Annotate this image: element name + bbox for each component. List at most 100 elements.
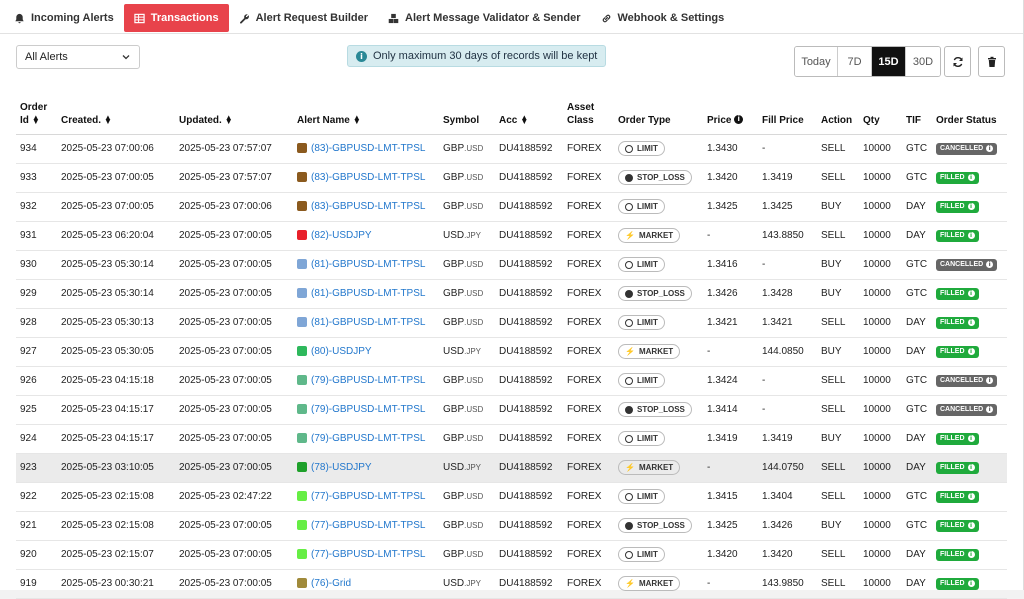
col-alert-name[interactable]: Alert Name ▲ ▼ (293, 96, 439, 135)
alert-name-link[interactable]: (77)-GBPUSD-LMT-TPSL (311, 549, 425, 560)
refresh-button[interactable] (944, 46, 971, 77)
status-badge[interactable]: FILLED i (936, 432, 979, 445)
tif-cell: DAY (902, 192, 932, 222)
symbol-cell: USD.JPY (439, 453, 495, 483)
status-label: FILLED (940, 348, 965, 356)
tab-transactions[interactable]: Transactions (123, 4, 229, 32)
alert-name-link[interactable]: (81)-GBPUSD-LMT-TPSL (311, 259, 425, 270)
order-status-cell: FILLED i (932, 482, 1007, 512)
range-30d-button[interactable]: 30D (906, 47, 940, 76)
tab-alert-message-validator[interactable]: Alert Message Validator & Sender (378, 4, 590, 32)
alert-name-link[interactable]: (79)-GBPUSD-LMT-TPSL (311, 375, 425, 386)
info-icon: i (986, 377, 994, 385)
fill-price-cell: - (758, 134, 817, 164)
col-acc[interactable]: Acc ▲ ▼ (495, 96, 563, 135)
alert-name-link[interactable]: (82)-USDJPY (311, 230, 372, 241)
alert-name-link[interactable]: (83)-GBPUSD-LMT-TPSL (311, 172, 425, 183)
col-updated[interactable]: Updated. ▲ ▼ (175, 96, 293, 135)
status-badge[interactable]: FILLED i (936, 461, 979, 474)
account-cell: DU4188592 (495, 424, 563, 454)
status-badge[interactable]: CANCELLED i (936, 258, 998, 271)
symbol-base: GBP (443, 259, 465, 270)
info-icon[interactable]: i (734, 115, 744, 125)
col-order-id[interactable]: Order Id ▲ ▼ (16, 96, 57, 135)
order-status-cell: CANCELLED i (932, 134, 1007, 164)
range-15d-button[interactable]: 15D (872, 47, 906, 76)
sort-icon: ▲ ▼ (31, 112, 40, 126)
alert-name-link[interactable]: (81)-GBPUSD-LMT-TPSL (311, 288, 425, 299)
order-type-label: LIMIT (637, 202, 658, 211)
limit-icon (625, 318, 633, 327)
action-cell: SELL (817, 453, 859, 483)
order-type-cell: LIMIT (614, 192, 703, 222)
symbol-quote: .USD (464, 521, 484, 530)
col-action: Action (817, 96, 859, 135)
account-cell: DU4188592 (495, 540, 563, 570)
order-status-cell: FILLED i (932, 308, 1007, 338)
table-icon (134, 13, 145, 23)
symbol-cell: GBP.USD (439, 163, 495, 193)
bolt-icon: ⚡ (625, 463, 635, 472)
tab-label: Transactions (150, 12, 219, 24)
table-row: 930 2025-05-23 05:30:14 2025-05-23 07:00:0… (16, 250, 1007, 280)
symbol-cell: GBP.USD (439, 366, 495, 396)
status-badge[interactable]: FILLED i (936, 171, 979, 184)
status-badge[interactable]: CANCELLED i (936, 374, 998, 387)
fill-price-cell: - (758, 250, 817, 280)
retention-notice-text: Only maximum 30 days of records will be … (373, 50, 598, 62)
status-badge[interactable]: FILLED i (936, 577, 979, 590)
alert-name-link[interactable]: (78)-USDJPY (311, 462, 372, 473)
alert-name-cell: (80)-USDJPY (293, 337, 439, 367)
tab-incoming-alerts[interactable]: Incoming Alerts (4, 4, 124, 32)
range-today-button[interactable]: Today (795, 47, 838, 76)
table-row: 920 2025-05-23 02:15:07 2025-05-23 07:00:0… (16, 540, 1007, 570)
tif-cell: DAY (902, 308, 932, 338)
status-badge[interactable]: FILLED i (936, 229, 979, 242)
status-badge[interactable]: FILLED i (936, 548, 979, 561)
order-status-cell: FILLED i (932, 424, 1007, 454)
order-type-badge: LIMIT (618, 315, 665, 330)
alert-name-cell: (77)-GBPUSD-LMT-TPSL (293, 511, 439, 541)
status-badge[interactable]: FILLED i (936, 345, 979, 358)
alert-filter-select[interactable]: All Alerts (16, 45, 140, 69)
alert-name-link[interactable]: (83)-GBPUSD-LMT-TPSL (311, 201, 425, 212)
asset-class-cell: FOREX (563, 250, 614, 280)
alert-name-link[interactable]: (80)-USDJPY (311, 346, 372, 357)
account-cell: DU4188592 (495, 511, 563, 541)
alert-name-link[interactable]: (77)-GBPUSD-LMT-TPSL (311, 520, 425, 531)
alert-name-link[interactable]: (77)-GBPUSD-LMT-TPSL (311, 491, 425, 502)
price-cell: - (703, 221, 758, 251)
fill-price-cell: 1.3426 (758, 511, 817, 541)
status-badge[interactable]: CANCELLED i (936, 403, 998, 416)
status-badge[interactable]: FILLED i (936, 287, 979, 300)
tif-cell: GTC (902, 511, 932, 541)
info-icon: i (967, 435, 975, 443)
symbol-cell: USD.JPY (439, 337, 495, 367)
range-7d-button[interactable]: 7D (838, 47, 872, 76)
status-badge[interactable]: CANCELLED i (936, 142, 998, 155)
sort-icon: ▲ ▼ (224, 112, 233, 126)
status-badge[interactable]: FILLED i (936, 519, 979, 532)
status-badge[interactable]: FILLED i (936, 200, 979, 213)
order-type-badge: LIMIT (618, 199, 665, 214)
info-icon: i (356, 50, 367, 62)
alert-name-link[interactable]: (79)-GBPUSD-LMT-TPSL (311, 404, 425, 415)
col-created[interactable]: Created. ▲ ▼ (57, 96, 175, 135)
table-row: 922 2025-05-23 02:15:08 2025-05-23 02:47:2… (16, 482, 1007, 512)
tab-webhook-settings[interactable]: Webhook & Settings (591, 4, 735, 32)
status-badge[interactable]: FILLED i (936, 316, 979, 329)
created-cell: 2025-05-23 05:30:13 (57, 308, 175, 338)
order-type-label: MARKET (638, 579, 674, 588)
alert-name-link[interactable]: (79)-GBPUSD-LMT-TPSL (311, 433, 425, 444)
table-row: 931 2025-05-23 06:20:04 2025-05-23 07:00:0… (16, 221, 1007, 251)
alert-name-link[interactable]: (76)-Grid (311, 578, 351, 589)
alert-name-link[interactable]: (81)-GBPUSD-LMT-TPSL (311, 317, 425, 328)
alert-name-link[interactable]: (83)-GBPUSD-LMT-TPSL (311, 143, 425, 154)
asset-class-cell: FOREX (563, 482, 614, 512)
tab-alert-request-builder[interactable]: Alert Request Builder (229, 4, 378, 32)
symbol-base: GBP (443, 375, 465, 386)
delete-button[interactable] (978, 46, 1005, 77)
order-type-cell: ⚡ MARKET (614, 569, 703, 599)
table-row: 924 2025-05-23 04:15:17 2025-05-23 07:00:0… (16, 424, 1007, 454)
status-badge[interactable]: FILLED i (936, 490, 979, 503)
